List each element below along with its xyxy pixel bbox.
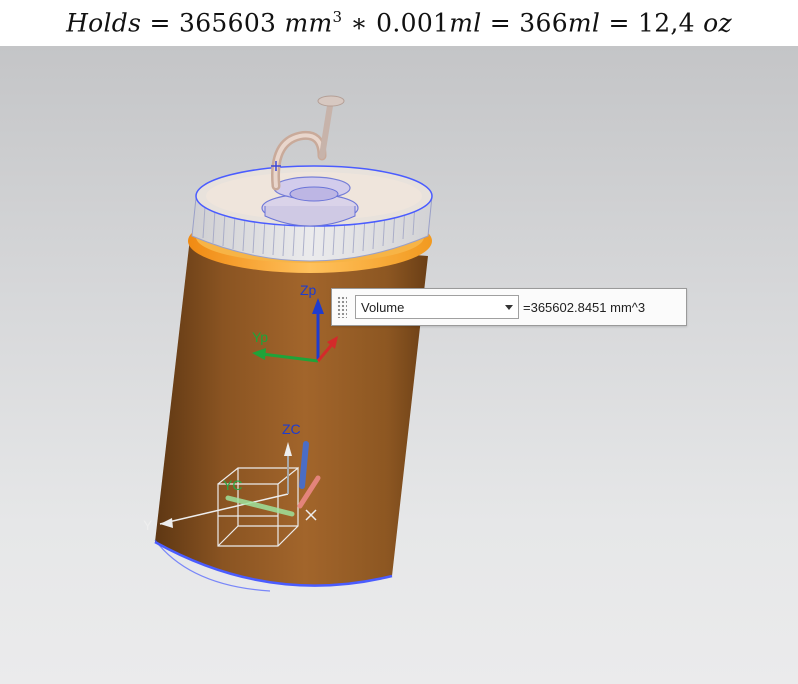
formula-ml-unit: ml <box>567 8 601 38</box>
chevron-down-icon[interactable] <box>505 304 513 310</box>
can-model[interactable]: Zp Yp ZC YC Y <box>0 46 798 684</box>
volume-formula: Holds = 365603 mm3 ∗ 0.001ml = 366ml = 1… <box>66 8 732 37</box>
formula-equals-2: = <box>489 8 512 38</box>
measure-type-selected: Volume <box>361 299 405 315</box>
formula-times: ∗ <box>350 8 368 38</box>
formula-lhs: Holds <box>66 8 142 38</box>
axis-yp-label: Yp <box>252 329 268 345</box>
axis-zp-label: Zp <box>300 282 317 298</box>
formula-factor: 0.001 <box>376 8 450 38</box>
drag-handle[interactable] <box>337 296 347 318</box>
formula-equals-1: = <box>149 8 171 38</box>
measure-result-value: =365602.8451 mm^3 <box>523 299 646 315</box>
measure-result-panel: Volume =365602.8451 mm^3 <box>331 288 687 326</box>
axis-yc-label: YC <box>223 477 242 493</box>
formula-volume-exponent: 3 <box>332 8 343 27</box>
axis-y-label: Y <box>143 517 153 533</box>
formula-volume: 365603 <box>179 8 277 38</box>
cad-viewport[interactable]: Zp Yp ZC YC Y Volume =365602.8451 mm^3 <box>0 46 798 684</box>
axis-zc-label: ZC <box>282 421 301 437</box>
formula-volume-unit: mm <box>284 8 333 38</box>
formula-caption: Holds = 365603 mm3 ∗ 0.001ml = 366ml = 1… <box>0 0 798 46</box>
formula-equals-3: = <box>608 8 630 38</box>
formula-ml-value: 366 <box>519 8 568 38</box>
formula-factor-unit: ml <box>449 8 482 38</box>
formula-oz-unit: oz <box>703 8 732 38</box>
measure-type-dropdown[interactable]: Volume <box>355 295 519 319</box>
formula-oz-value: 12,4 <box>637 8 695 38</box>
